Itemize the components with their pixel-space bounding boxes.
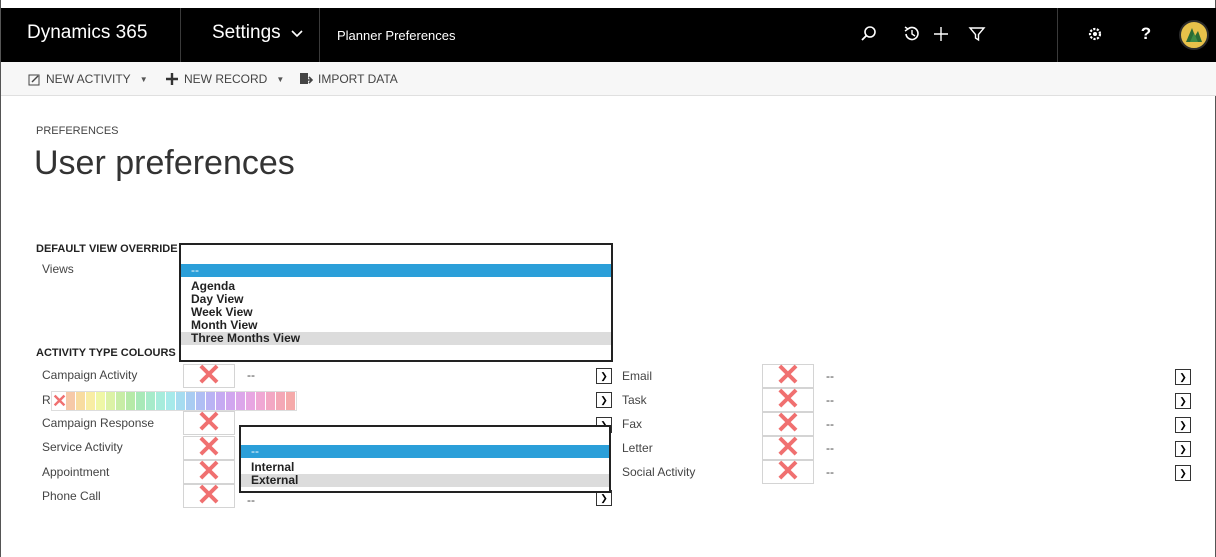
breadcrumb: PREFERENCES: [36, 125, 119, 137]
palette-colour-cell[interactable]: [256, 392, 265, 410]
label-task: Task: [622, 393, 647, 407]
dropdown-option-external[interactable]: External: [241, 474, 609, 487]
colour-swatch[interactable]: ✕: [762, 455, 814, 488]
dropdown-option-agenda[interactable]: Agenda: [181, 280, 611, 293]
search-icon[interactable]: [855, 20, 883, 48]
command-bar: NEW ACTIVITY ▼ NEW RECORD ▼ IMPORT DATA: [1, 62, 1216, 96]
palette-colour-cell[interactable]: [96, 392, 105, 410]
views-label: Views: [42, 262, 74, 276]
section-default-view: DEFAULT VIEW OVERRIDE: [36, 243, 178, 255]
palette-colour-cell[interactable]: [136, 392, 145, 410]
page-title: User preferences: [34, 144, 295, 182]
new-record-button[interactable]: NEW RECORD ▼: [165, 72, 284, 86]
views-dropdown: -- Agenda Day View Week View Month View …: [179, 243, 613, 362]
nav-divider: [319, 8, 320, 62]
direction-dropdown: -- Internal External: [239, 425, 611, 493]
import-data-button[interactable]: IMPORT DATA: [299, 72, 398, 86]
palette-colour-cell[interactable]: [236, 392, 245, 410]
chevron-down-icon[interactable]: ❯: [1175, 465, 1191, 481]
app-window: Dynamics 365 Settings Planner Preference…: [0, 0, 1216, 557]
clear-x-icon[interactable]: ✕: [52, 392, 67, 410]
section-activity-colours: ACTIVITY TYPE COLOURS: [36, 347, 176, 359]
value-email: --: [826, 369, 834, 383]
value-task: --: [826, 393, 834, 407]
new-activity-icon: [28, 74, 40, 85]
chevron-down-icon[interactable]: ❯: [596, 368, 612, 384]
palette-colour-cell[interactable]: [196, 392, 205, 410]
palette-colour-cell[interactable]: [166, 392, 175, 410]
nav-divider: [180, 8, 181, 62]
chevron-down-icon[interactable]: ❯: [1175, 417, 1191, 433]
dropdown-spacer: [181, 245, 611, 264]
chevron-down-icon[interactable]: ❯: [1175, 393, 1191, 409]
palette-colour-cell[interactable]: [86, 392, 95, 410]
palette-colour-cell[interactable]: [206, 392, 215, 410]
clear-x-icon: ✕: [196, 406, 222, 439]
palette-colour-cell[interactable]: [76, 392, 85, 410]
value-phone-call: --: [247, 493, 255, 507]
dropdown-spacer: [241, 427, 609, 445]
value-campaign-activity: --: [247, 368, 255, 382]
filter-icon[interactable]: [963, 20, 991, 48]
label-social-activity: Social Activity: [622, 465, 696, 479]
page-title-nav[interactable]: Planner Preferences: [337, 28, 456, 43]
dropdown-option-none[interactable]: --: [181, 264, 611, 277]
chevron-down-icon[interactable]: [290, 26, 304, 42]
value-fax: --: [826, 417, 834, 431]
label-fax: Fax: [622, 417, 643, 431]
chevron-down-icon[interactable]: ❯: [1175, 441, 1191, 457]
palette-colour-cell[interactable]: [106, 392, 115, 410]
caret-down-icon: ▼: [139, 74, 148, 84]
palette-colour-cell[interactable]: [216, 392, 225, 410]
new-activity-button[interactable]: NEW ACTIVITY ▼: [28, 72, 148, 86]
dropdown-option-three-months-view[interactable]: Three Months View: [181, 332, 611, 345]
label-phone-call: Phone Call: [42, 489, 101, 503]
palette-colour-cell[interactable]: [286, 392, 295, 410]
palette-colour-cell[interactable]: [126, 392, 135, 410]
palette-colour-cell[interactable]: [226, 392, 235, 410]
label-campaign-activity: Campaign Activity: [42, 368, 138, 382]
colour-swatch[interactable]: ✕: [183, 359, 235, 392]
nav-divider: [1057, 8, 1058, 62]
area-selector[interactable]: Settings: [212, 22, 281, 44]
dropdown-option-none[interactable]: --: [241, 445, 609, 458]
clear-x-icon: ✕: [775, 455, 801, 488]
clear-x-icon: ✕: [196, 479, 222, 512]
new-activity-label: NEW ACTIVITY: [46, 72, 131, 86]
palette-colour-cell[interactable]: [146, 392, 155, 410]
label-email: Email: [622, 369, 653, 383]
top-nav-bar: Dynamics 365 Settings Planner Preference…: [1, 8, 1216, 62]
app-brand[interactable]: Dynamics 365: [27, 22, 147, 44]
palette-colour-cell[interactable]: [176, 392, 185, 410]
import-data-label: IMPORT DATA: [318, 72, 398, 86]
palette-colour-cell[interactable]: [66, 392, 75, 410]
clear-x-icon: ✕: [196, 359, 222, 392]
palette-colour-cell[interactable]: [246, 392, 255, 410]
label-appointment: Appointment: [42, 465, 110, 479]
label-service-activity: Service Activity: [42, 440, 123, 454]
palette-colour-cell[interactable]: [116, 392, 125, 410]
chevron-down-icon[interactable]: ❯: [596, 392, 612, 408]
history-icon[interactable]: [898, 20, 926, 48]
palette-colour-cell[interactable]: [276, 392, 285, 410]
value-social-activity: --: [826, 465, 834, 479]
gear-icon[interactable]: [1081, 20, 1109, 48]
palette-colour-cell[interactable]: [266, 392, 275, 410]
value-letter: --: [826, 441, 834, 455]
help-icon[interactable]: ?: [1132, 20, 1160, 48]
import-icon: [300, 73, 313, 84]
plus-icon: [166, 73, 178, 85]
palette-colour-cell[interactable]: [156, 392, 165, 410]
new-record-label: NEW RECORD: [184, 72, 268, 86]
chevron-down-icon[interactable]: ❯: [1175, 369, 1191, 385]
avatar[interactable]: [1179, 20, 1209, 50]
colour-swatch[interactable]: ✕: [183, 479, 235, 512]
colour-palette: ✕: [51, 391, 297, 411]
label-letter: Letter: [622, 441, 653, 455]
plus-icon[interactable]: [927, 20, 955, 48]
caret-down-icon: ▼: [276, 74, 285, 84]
palette-colour-cell[interactable]: [186, 392, 195, 410]
label-campaign-response: Campaign Response: [42, 416, 155, 430]
